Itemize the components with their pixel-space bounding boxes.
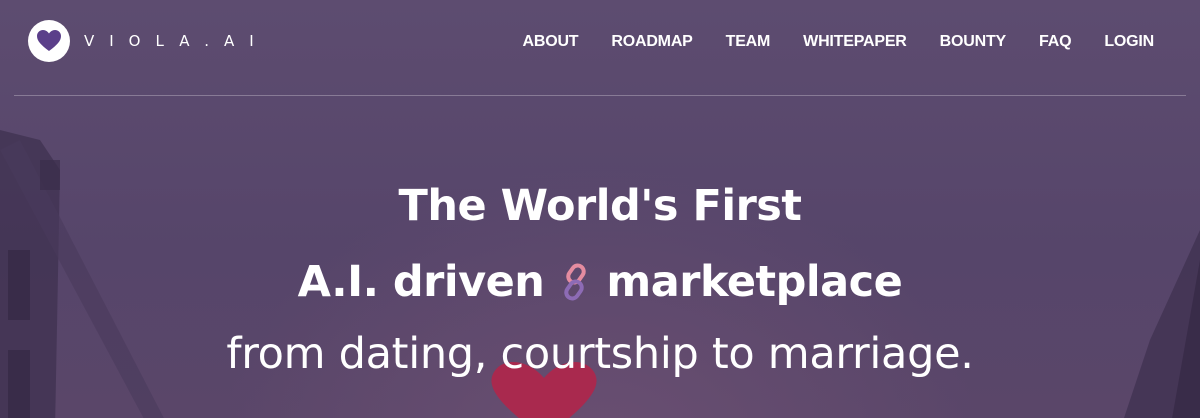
nav-whitepaper[interactable]: WHITEPAPER (803, 31, 907, 53)
brand-name: VIOLA.AI (84, 32, 269, 50)
hero-title-line2: A.I. driven marketplace (0, 244, 1200, 320)
hero-title-line1: The World's First (398, 181, 802, 231)
main-nav: ABOUT ROADMAP TEAM WHITEPAPER BOUNTY FAQ… (489, 31, 1154, 53)
nav-bounty[interactable]: BOUNTY (940, 31, 1007, 53)
nav-login[interactable]: LOGIN (1104, 31, 1154, 53)
chain-link-icon (564, 263, 587, 301)
nav-team[interactable]: TEAM (726, 31, 771, 53)
hero-section: The World's First A.I. driven marketplac… (0, 168, 1200, 384)
brand-logo[interactable]: VIOLA.AI (28, 20, 269, 62)
nav-roadmap[interactable]: ROADMAP (611, 31, 692, 53)
nav-about[interactable]: ABOUT (522, 31, 578, 53)
site-header: VIOLA.AI ABOUT ROADMAP TEAM WHITEPAPER B… (0, 0, 1200, 96)
heart-icon (28, 20, 70, 62)
nav-faq[interactable]: FAQ (1039, 31, 1071, 53)
header-divider (14, 95, 1186, 96)
hero-subtitle: from dating, courtship to marriage. (226, 329, 974, 379)
hero-title-line2-start: A.I. driven (297, 257, 545, 307)
hero-title-line2-end: marketplace (606, 257, 903, 307)
